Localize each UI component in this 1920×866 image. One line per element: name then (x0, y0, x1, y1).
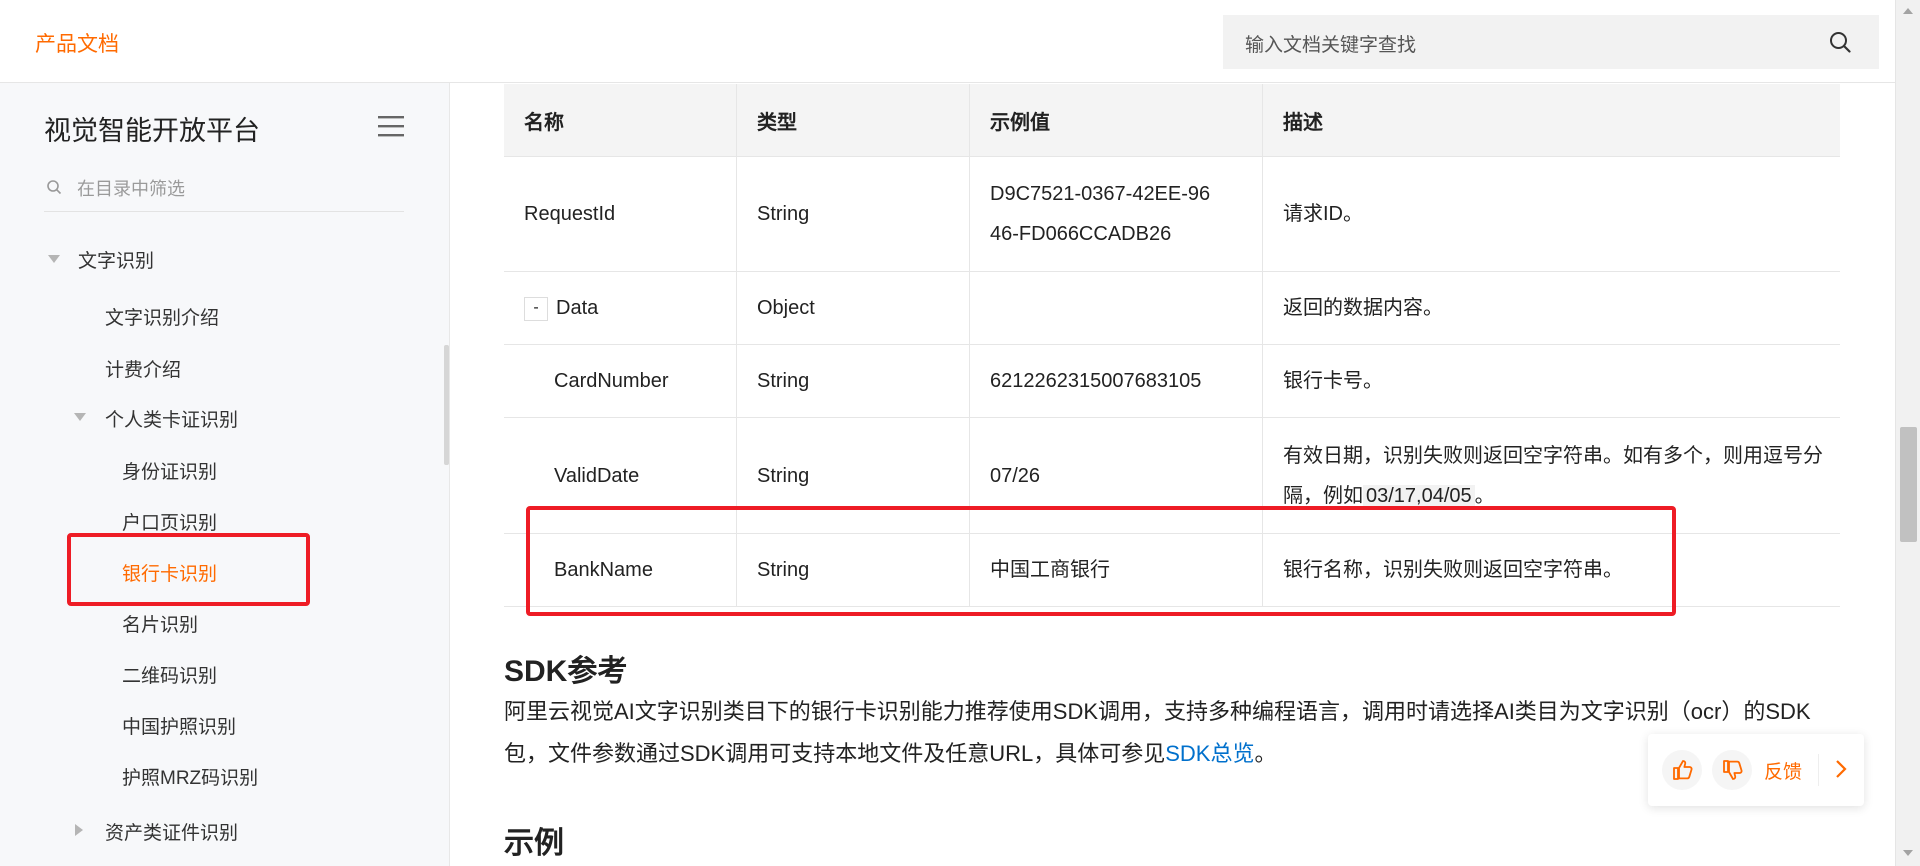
caret-down-icon[interactable] (74, 413, 86, 421)
sidebar-item-billing[interactable]: 计费介绍 (105, 355, 181, 382)
sidebar-filter-input[interactable]: 在目录中筛选 (77, 175, 185, 201)
table-row: - Data Object 返回的数据内容。 (504, 271, 1840, 345)
search-box[interactable]: 输入文档关键字查找 (1223, 15, 1879, 69)
scroll-up-icon[interactable] (1903, 8, 1913, 14)
header-example: 示例值 (969, 84, 1263, 157)
cell-example: D9C7521-0367-42EE-9646-FD066CCADB26 (969, 156, 1263, 272)
sidebar-item-business-card[interactable]: 名片识别 (122, 610, 198, 637)
sidebar-item-cn-passport[interactable]: 中国护照识别 (122, 712, 236, 739)
cell-name: CardNumber (504, 344, 737, 418)
scrollbar-thumb[interactable] (1900, 427, 1917, 542)
thumbs-up-icon[interactable] (1662, 750, 1702, 790)
sidebar: 视觉智能开放平台 在目录中筛选 文字识别 文字识别介绍 计费介绍 个人类卡证识别… (0, 83, 450, 866)
sidebar-item-ocr-intro[interactable]: 文字识别介绍 (105, 303, 219, 330)
sidebar-item-qrcode[interactable]: 二维码识别 (122, 661, 217, 688)
sidebar-title: 视觉智能开放平台 (44, 116, 260, 146)
cell-example (969, 271, 1263, 345)
sidebar-item-id-card[interactable]: 身份证识别 (122, 457, 217, 484)
search-icon (46, 179, 62, 200)
sdk-overview-link[interactable]: SDK总览 (1165, 741, 1254, 766)
caret-right-icon[interactable] (75, 824, 83, 836)
table-header-row: 名称 类型 示例值 描述 (504, 84, 1840, 157)
collapse-toggle[interactable]: - (524, 296, 548, 321)
cell-name: - Data (504, 271, 737, 345)
feedback-button[interactable]: 反馈 (1764, 757, 1802, 784)
search-icon[interactable] (1829, 31, 1851, 58)
sdk-heading: SDK参考 (504, 655, 628, 688)
example-heading: 示例 (504, 827, 564, 860)
cell-example: 6212262315007683105 (969, 344, 1263, 418)
header-desc: 描述 (1262, 84, 1840, 157)
top-bar: 产品文档 输入文档关键字查找 (0, 0, 1895, 83)
scroll-down-icon[interactable] (1903, 850, 1913, 856)
header-type: 类型 (736, 84, 970, 157)
sidebar-scrollbar[interactable] (444, 345, 449, 465)
cell-desc: 银行卡号。 (1262, 344, 1840, 418)
sidebar-item-passport-mrz[interactable]: 护照MRZ码识别 (122, 763, 258, 790)
product-docs-link[interactable]: 产品文档 (35, 28, 119, 58)
sidebar-item-household[interactable]: 户口页识别 (122, 508, 217, 535)
cell-type: Object (736, 271, 970, 345)
cell-type: String (736, 156, 970, 272)
feedback-widget: 反馈 (1648, 734, 1864, 806)
sidebar-item-asset-docs[interactable]: 资产类证件识别 (105, 818, 238, 845)
highlight-box-table-row (526, 506, 1676, 616)
cell-type: String (736, 344, 970, 418)
sidebar-filter[interactable]: 在目录中筛选 (44, 175, 404, 212)
table-row: CardNumber String 6212262315007683105 银行… (504, 344, 1840, 418)
search-input[interactable]: 输入文档关键字查找 (1245, 30, 1416, 57)
sidebar-item-text-ocr[interactable]: 文字识别 (78, 246, 154, 273)
page-scrollbar[interactable] (1895, 0, 1920, 866)
cell-desc: 请求ID。 (1262, 156, 1840, 272)
sdk-paragraph: 阿里云视觉AI文字识别类目下的银行卡识别能力推荐使用SDK调用，支持多种编程语言… (504, 699, 1811, 766)
sidebar-item-personal-cards[interactable]: 个人类卡证识别 (105, 405, 238, 432)
table-row: RequestId String D9C7521-0367-42EE-9646-… (504, 156, 1840, 272)
cell-name: RequestId (504, 156, 737, 272)
hamburger-menu-icon[interactable] (378, 115, 404, 142)
feedback-divider (1818, 754, 1819, 786)
chevron-right-icon[interactable] (1834, 758, 1848, 785)
cell-desc: 返回的数据内容。 (1262, 271, 1840, 345)
highlight-box-sidebar (67, 533, 310, 606)
thumbs-down-icon[interactable] (1712, 750, 1752, 790)
header-name: 名称 (504, 84, 737, 157)
caret-down-icon[interactable] (48, 255, 60, 263)
